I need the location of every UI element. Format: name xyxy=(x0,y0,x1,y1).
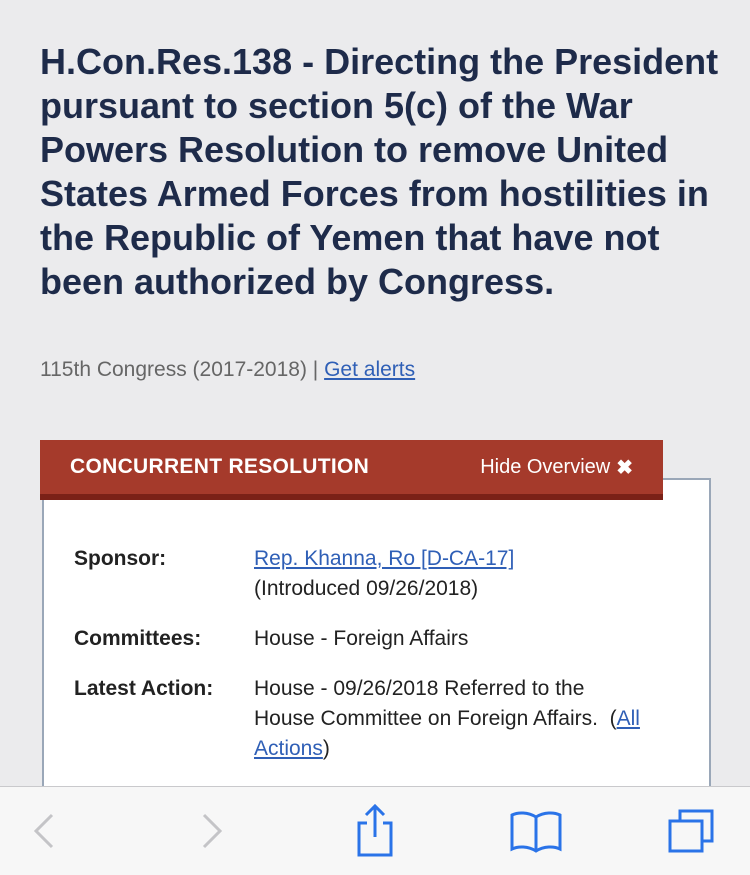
sponsor-label: Sponsor: xyxy=(74,547,167,570)
latest-action-label: Latest Action: xyxy=(74,677,214,700)
overview-banner: CONCURRENT RESOLUTION Hide Overview ✖ xyxy=(40,440,663,500)
share-icon[interactable] xyxy=(350,787,400,875)
committees-value: House - Foreign Affairs xyxy=(254,627,469,650)
latest-action-value: House - 09/26/2018 Referred to the House… xyxy=(254,677,640,760)
get-alerts-link[interactable]: Get alerts xyxy=(324,358,415,381)
sponsor-value: Rep. Khanna, Ro [D-CA-17] (Introduced 09… xyxy=(254,544,649,604)
browser-toolbar xyxy=(0,786,750,875)
sponsor-link[interactable]: Rep. Khanna, Ro [D-CA-17] xyxy=(254,547,514,570)
congress-label: 115th Congress (2017-2018) | xyxy=(40,358,319,381)
forward-icon[interactable] xyxy=(190,787,234,875)
bookmarks-icon[interactable] xyxy=(506,787,566,875)
committees-label: Committees: xyxy=(74,627,202,650)
back-icon[interactable] xyxy=(22,787,66,875)
tabs-icon[interactable] xyxy=(664,787,720,875)
hide-overview-label: Hide Overview xyxy=(480,455,611,478)
bill-title: H.Con.Res.138 - Directing the President … xyxy=(40,41,719,302)
resolution-type: CONCURRENT RESOLUTION xyxy=(70,455,370,478)
close-icon: ✖ xyxy=(616,456,633,479)
bill-meta: 115th Congress (2017-2018) | Get alerts xyxy=(40,356,415,384)
latest-action-text: House - 09/26/2018 Referred to the House… xyxy=(254,677,598,730)
hide-overview-button[interactable]: Hide Overview ✖ xyxy=(480,455,633,480)
introduced-date: (Introduced 09/26/2018) xyxy=(254,577,479,600)
